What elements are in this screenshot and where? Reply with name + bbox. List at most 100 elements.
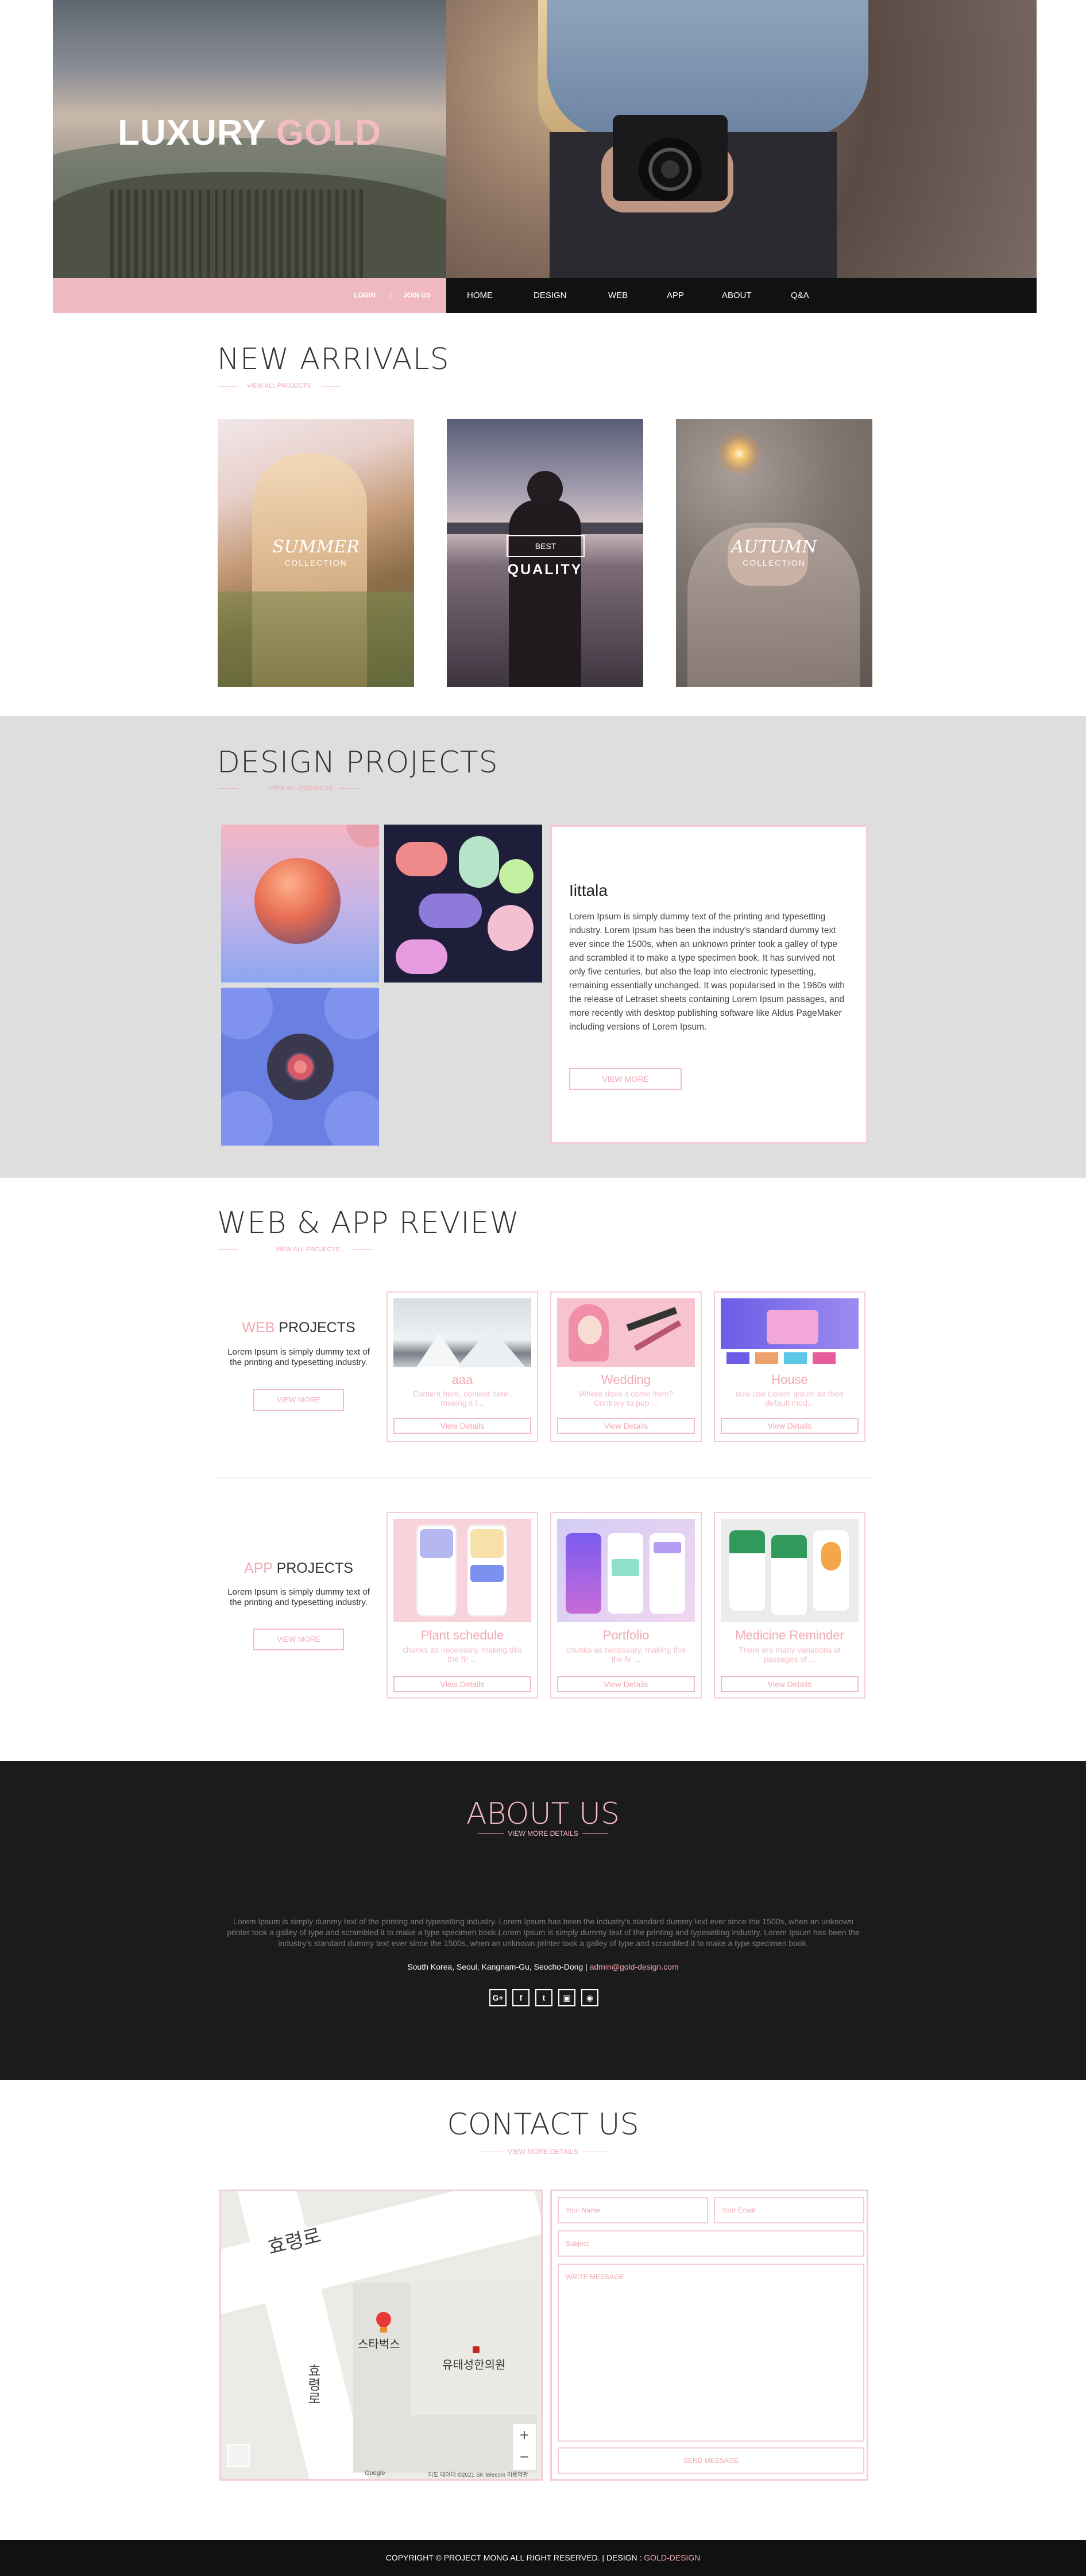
location-map[interactable]: 효령로 효령로 스타벅스 유태성한의원 + − Google 지도 데이터 ©2… xyxy=(219,2190,543,2481)
view-details-button[interactable]: View Details xyxy=(721,1418,859,1434)
card-title: House xyxy=(771,1372,808,1387)
web-card-house[interactable]: House now use Lorem Ipsum as their defau… xyxy=(714,1291,865,1442)
app-card-plant[interactable]: Plant schedule chunks as necessary, maki… xyxy=(387,1512,538,1699)
card-title: Wedding xyxy=(601,1372,651,1387)
map-place-starbucks: 스타벅스 xyxy=(358,2338,400,2351)
design-view-all[interactable]: VIEW ALL PROJECTS xyxy=(269,785,333,792)
design-detail-card: Iittala Lorem Ipsum is simply dummy text… xyxy=(550,825,868,1144)
webapp-view-all[interactable]: VIEW ALL PROJECTS xyxy=(276,1246,339,1253)
dribbble-icon[interactable]: ◉ xyxy=(581,1989,598,2006)
app-card-image xyxy=(721,1519,859,1622)
section-divider xyxy=(218,1477,872,1478)
card-desc: There are many variations of passages of… xyxy=(738,1645,841,1664)
app-projects-body: Lorem Ipsum is simply dummy text of the … xyxy=(227,1587,370,1607)
about-email[interactable]: admin@gold-design.com xyxy=(590,1962,679,1971)
map-zoom-in-button[interactable]: + xyxy=(513,2424,536,2447)
view-details-button[interactable]: View Details xyxy=(557,1418,695,1434)
view-details-button[interactable]: View Details xyxy=(557,1676,695,1692)
card-desc: Content here, content here', making it l… xyxy=(412,1389,512,1407)
message-textarea[interactable]: WRITE MESSAGE xyxy=(558,2264,864,2442)
arrivals-view-all[interactable]: VIEW ALL PROJECTS xyxy=(247,382,311,389)
card-desc: chunks as necessary, making this the fir… xyxy=(566,1645,686,1664)
view-details-button[interactable]: View Details xyxy=(393,1418,531,1434)
summer-title: SUMMER xyxy=(272,537,360,557)
hero-camera-image xyxy=(446,0,1037,278)
nav-home[interactable]: HOME xyxy=(467,278,493,313)
twitter-icon[interactable]: t xyxy=(535,1989,552,2006)
about-separator: | xyxy=(585,1962,588,1971)
contact-view-details[interactable]: VIEW MORE DETAILS xyxy=(0,2148,1086,2156)
send-message-button[interactable]: SEND MESSAGE xyxy=(558,2447,864,2474)
map-street-view-button[interactable] xyxy=(227,2444,250,2467)
web-card-image xyxy=(721,1298,859,1367)
card-desc: now use Lorem Ipsum as their default mod… xyxy=(736,1389,844,1407)
card-title: Portfolio xyxy=(602,1628,650,1642)
nav-web[interactable]: WEB xyxy=(608,278,628,313)
about-title: ABOUT US xyxy=(466,1797,620,1831)
autumn-title: AUTUMN xyxy=(731,537,817,557)
footer-brand[interactable]: GOLD-DESIGN xyxy=(644,2553,700,2562)
web-card-image xyxy=(393,1298,531,1367)
footer: COPYRIGHT © PROJECT MONG ALL RIGHT RESER… xyxy=(0,2540,1086,2576)
web-projects-body: Lorem Ipsum is simply dummy text of the … xyxy=(227,1347,370,1367)
web-view-more-button[interactable]: VIEW MORE xyxy=(253,1389,344,1411)
arrivals-title: NEW ARRIVALS xyxy=(217,342,450,377)
contact-form: Your Name Your Email Subject WRITE MESSA… xyxy=(550,2190,868,2481)
app-card-portfolio[interactable]: Portfolio chunks as necessary, making th… xyxy=(550,1512,702,1699)
subject-input[interactable]: Subject xyxy=(558,2230,864,2257)
account-separator: | xyxy=(389,291,392,299)
site-logo[interactable]: LUXURY GOLD xyxy=(53,113,446,153)
nav-app[interactable]: APP xyxy=(667,278,684,313)
web-projects-title: WEB PROJECTS xyxy=(242,1320,355,1336)
join-link[interactable]: JOIN US xyxy=(403,278,431,313)
map-place-clinic: 유태성한의원 xyxy=(442,2359,506,2372)
design-thumb-sphere[interactable] xyxy=(221,825,379,983)
facebook-icon[interactable]: f xyxy=(512,1989,530,2006)
about-view-details[interactable]: VIEW MORE DETAILS xyxy=(0,1829,1086,1838)
design-thumb-circles[interactable] xyxy=(221,988,379,1146)
about-body: Lorem Ipsum is simply dummy text of the … xyxy=(227,1917,860,1948)
app-view-more-button[interactable]: VIEW MORE xyxy=(253,1629,344,1650)
summer-sub: COLLECTION xyxy=(284,558,347,567)
about-section: ABOUT US VIEW MORE DETAILS Lorem Ipsum i… xyxy=(0,1761,1086,2080)
view-more-button[interactable]: VIEW MORE xyxy=(569,1068,682,1090)
cafe-icon xyxy=(380,2327,387,2333)
footer-copyright: COPYRIGHT © PROJECT MONG ALL RIGHT RESER… xyxy=(385,2553,642,2562)
webapp-title: WEB & APP REVIEW xyxy=(217,1206,520,1240)
design-thumb-blobs[interactable] xyxy=(384,825,542,983)
best-badge: BEST xyxy=(507,535,585,557)
email-input[interactable]: Your Email xyxy=(714,2197,864,2223)
quality-title: QUALITY xyxy=(507,562,583,578)
about-address: South Korea, Seoul, Kangnam-Gu, Seocho-D… xyxy=(407,1962,583,1971)
card-title: Plant schedule xyxy=(420,1628,504,1642)
account-bar: LOGIN | JOIN US xyxy=(53,278,446,313)
hero-section: LUXURY GOLD LOGIN | JOIN US HOME DESIGN … xyxy=(53,0,1037,313)
name-input[interactable]: Your Name xyxy=(558,2197,708,2223)
hospital-icon xyxy=(473,2346,480,2353)
map-zoom-out-button[interactable]: − xyxy=(513,2447,536,2470)
login-link[interactable]: LOGIN xyxy=(354,278,376,313)
view-details-button[interactable]: View Details xyxy=(721,1676,859,1692)
instagram-icon[interactable]: ▣ xyxy=(558,1989,575,2006)
app-card-image xyxy=(557,1519,695,1622)
summer-collection-card[interactable]: SUMMER COLLECTION xyxy=(218,419,414,687)
best-quality-card[interactable]: BEST QUALITY xyxy=(447,419,643,687)
web-card-aaa[interactable]: aaa Content here, content here', making … xyxy=(387,1291,538,1442)
nav-about[interactable]: ABOUT xyxy=(722,278,752,313)
view-details-button[interactable]: View Details xyxy=(393,1676,531,1692)
google-plus-icon[interactable]: G+ xyxy=(489,1989,507,2006)
card-desc: chunks as necessary, making this the fir… xyxy=(402,1645,523,1664)
contact-title: CONTACT US xyxy=(447,2107,639,2142)
web-card-wedding[interactable]: Wedding Where does it come from? Contrar… xyxy=(550,1291,702,1442)
autumn-sub: COLLECTION xyxy=(743,558,806,567)
design-title: DESIGN PROJECTS xyxy=(217,745,498,780)
autumn-collection-card[interactable]: AUTUMN COLLECTION xyxy=(676,419,872,687)
nav-design[interactable]: DESIGN xyxy=(534,278,567,313)
design-divider xyxy=(218,788,238,789)
card-body: Lorem Ipsum is simply dummy text of the … xyxy=(569,912,845,1032)
app-card-medicine[interactable]: Medicine Reminder There are many variati… xyxy=(714,1512,865,1699)
nav-qa[interactable]: Q&A xyxy=(791,278,809,313)
card-title: Medicine Reminder xyxy=(735,1628,844,1642)
map-google-logo: Google xyxy=(365,2470,385,2477)
hero-landscape-image: LUXURY GOLD xyxy=(53,0,446,278)
